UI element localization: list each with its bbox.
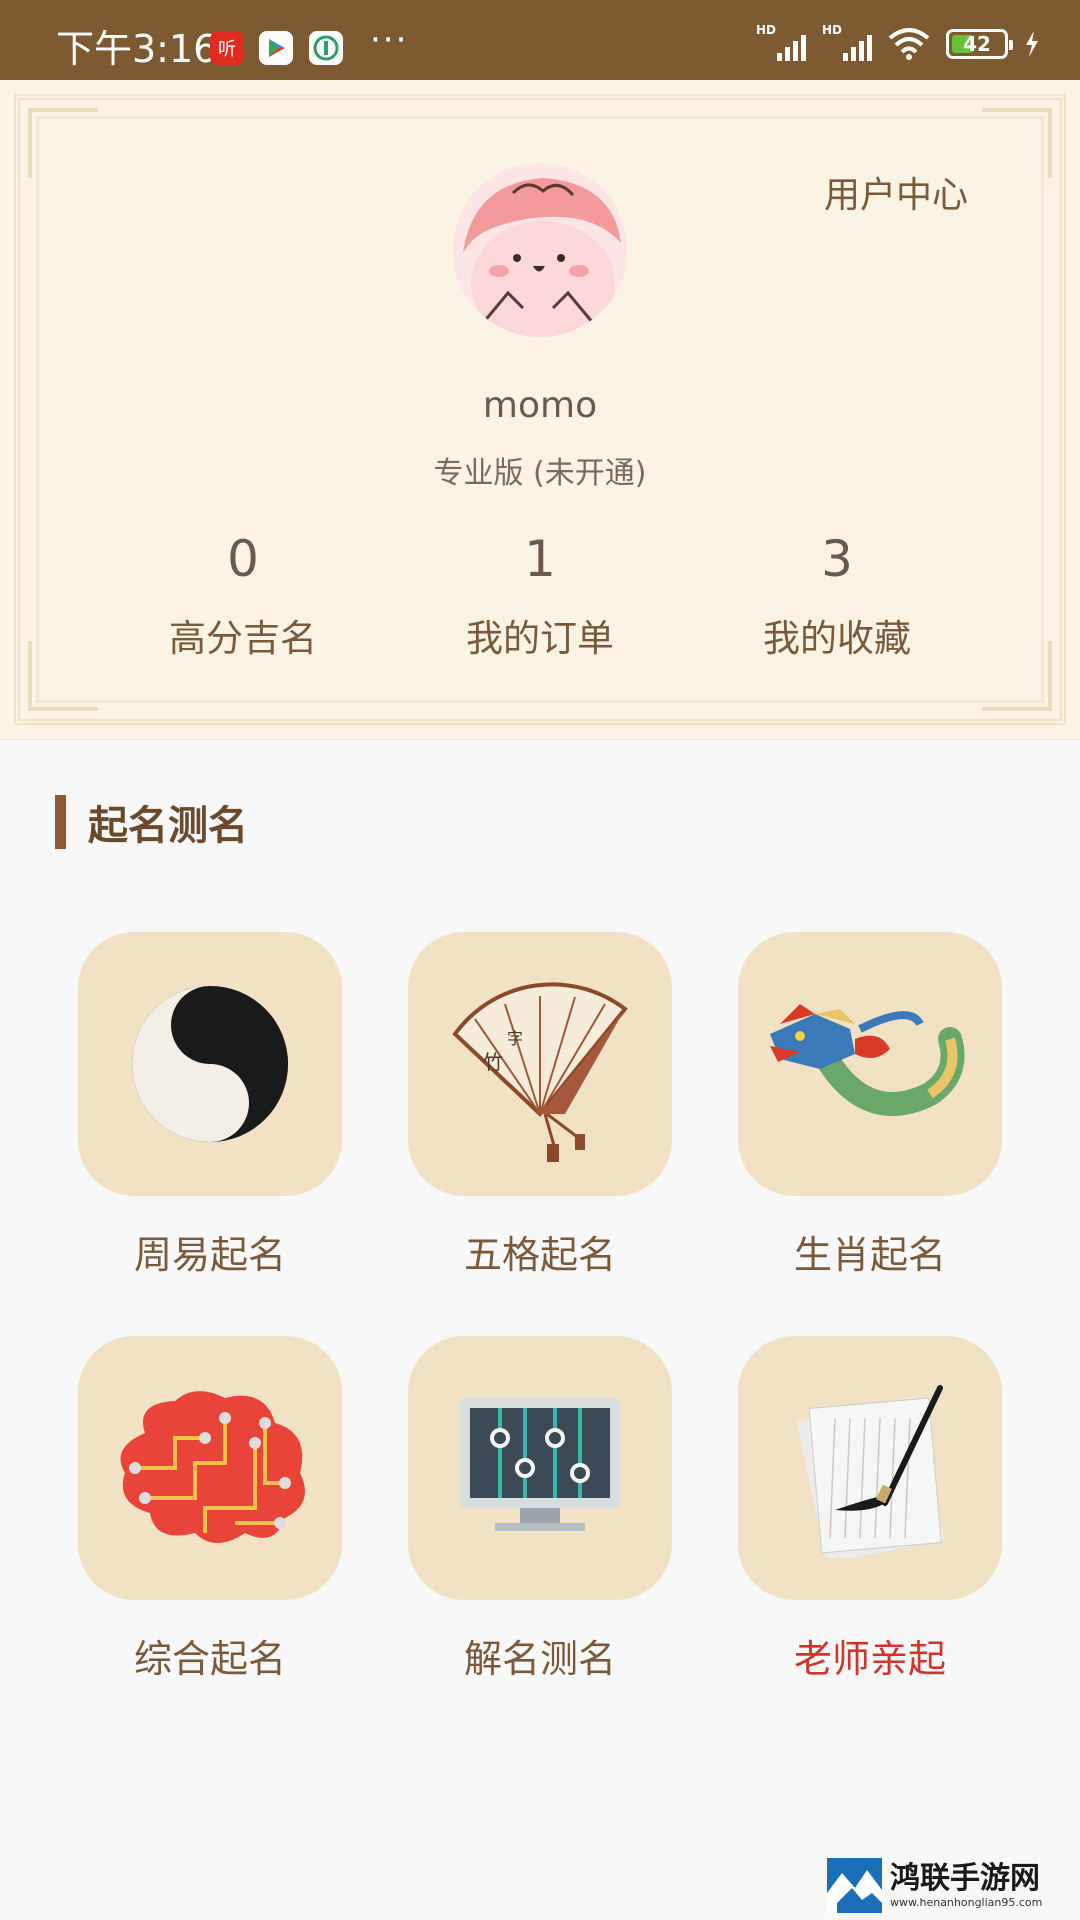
status-bar: 下午3:16 听 ··· HD HD 42 (0, 0, 1080, 80)
stat-my-orders[interactable]: 1 我的订单 (390, 530, 690, 662)
grid-item-wuge[interactable]: 竹 字 五格起名 (408, 932, 672, 1279)
signal-1-icon: HD (756, 23, 806, 61)
watermark-url: www.henanhonglian95.com (890, 1895, 1043, 1909)
grid-label: 周易起名 (133, 1233, 286, 1277)
membership-status[interactable]: 专业版 (未开通) (0, 448, 1080, 492)
charging-icon (1026, 31, 1038, 57)
watermark: 鸿联手游网 www.henanhonglian95.com (827, 1856, 1072, 1914)
avatar[interactable] (453, 163, 627, 337)
grid-item-jieming[interactable]: 解名测名 (408, 1336, 672, 1683)
wifi-icon (888, 28, 930, 60)
stat-label: 我的收藏 (763, 617, 911, 660)
status-time: 下午3:16 (56, 27, 218, 71)
svg-text:竹: 竹 (483, 1050, 503, 1074)
battery-icon: 42 (946, 29, 1013, 59)
section-title: 起名测名 (55, 795, 248, 849)
user-center-link[interactable]: 用户中心 (824, 166, 968, 218)
grid-item-shengxiao[interactable]: 生肖起名 (738, 932, 1002, 1279)
svg-text:字: 字 (507, 1029, 523, 1048)
watermark-title: 鸿联手游网 (890, 1860, 1040, 1896)
section-title-text: 起名测名 (88, 803, 248, 849)
grid-label: 五格起名 (463, 1233, 616, 1277)
brain-circuit-icon (78, 1336, 342, 1600)
grid-label: 综合起名 (133, 1637, 286, 1681)
more-notifications-icon: ··· (370, 20, 409, 60)
frame-corner (28, 641, 98, 711)
yin-yang-icon (78, 932, 342, 1196)
stat-value: 3 (821, 530, 853, 588)
dragon-icon (738, 932, 1002, 1196)
fan-icon: 竹 字 (408, 932, 672, 1196)
grid-label: 老师亲起 (793, 1637, 946, 1681)
stat-label: 高分吉名 (169, 617, 317, 660)
grid-label: 生肖起名 (793, 1233, 946, 1277)
profile-header: 用户中心 momo 专业版 (未开通) 0 高分吉名 1 我的订单 3 我的收藏 (0, 80, 1080, 740)
frame-corner (982, 641, 1052, 711)
app-notification-icon (309, 31, 343, 65)
grid-item-zonghe[interactable]: 综合起名 (78, 1336, 342, 1683)
grid-label: 解名测名 (463, 1637, 616, 1681)
monitor-sliders-icon (408, 1336, 672, 1600)
stat-label: 我的订单 (466, 617, 614, 660)
grid-item-teacher[interactable]: 老师亲起 (738, 1336, 1002, 1683)
section-accent-bar (55, 795, 66, 849)
stat-my-favorites[interactable]: 3 我的收藏 (687, 530, 987, 662)
paper-brush-icon (738, 1336, 1002, 1600)
stat-value: 0 (227, 530, 259, 588)
username: momo (482, 385, 598, 426)
play-store-icon (259, 31, 293, 65)
stat-value: 1 (524, 530, 556, 588)
watermark-logo-icon (827, 1857, 882, 1913)
frame-corner (982, 108, 1052, 178)
listen-app-icon: 听 (210, 31, 244, 65)
frame-corner (28, 108, 98, 178)
signal-2-icon: HD (822, 23, 872, 61)
stat-high-score-names[interactable]: 0 高分吉名 (93, 530, 393, 662)
grid-item-zhouyi[interactable]: 周易起名 (78, 932, 342, 1279)
